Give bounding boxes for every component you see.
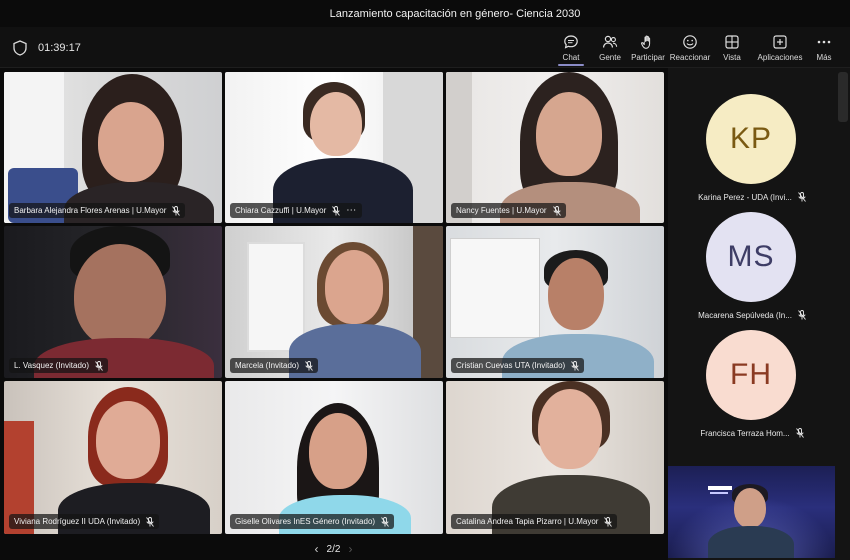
avatar-initials: KP: [729, 122, 773, 155]
video-grid: Barbara Alejandra Flores Arenas | U.Mayo…: [0, 68, 667, 538]
mic-muted-icon: [305, 360, 313, 371]
mic-muted-icon: [332, 205, 341, 216]
mic-muted-icon: [95, 360, 103, 371]
mic-muted-icon: [381, 516, 389, 527]
sidebar-participant[interactable]: MS Macarena Sepúlveda (In...: [668, 210, 836, 330]
participant-nametag: Barbara Alejandra Flores Arenas | U.Mayo…: [9, 203, 186, 218]
participant-nametag: Giselle Olivares InES Género (Invitado): [230, 514, 395, 529]
participant-name: L. Vasquez (Invitado): [14, 361, 90, 370]
view-label: Vista: [723, 53, 741, 62]
video-tile[interactable]: Viviana Rodríguez II UDA (Invitado): [4, 381, 222, 534]
participant-name: Francisca Terraza Hom...: [700, 428, 790, 438]
react-label: Reaccionar: [669, 53, 711, 62]
sidebar-scrollbar[interactable]: [838, 72, 848, 122]
participant-name: Marcela (Invitado): [235, 361, 300, 370]
meeting-title: Lanzamiento capacitación en género- Cien…: [329, 7, 581, 20]
meeting-timer: 01:39:17: [38, 42, 81, 54]
mic-muted-icon: [172, 205, 181, 216]
video-tile[interactable]: Nancy Fuentes | U.Mayor: [446, 72, 664, 223]
previous-page-icon[interactable]: ‹: [315, 542, 319, 556]
participant-video: [486, 381, 656, 534]
sidebar-participant[interactable]: KP Karina Perez - UDA (Invi...: [668, 92, 836, 212]
title-bar: Lanzamiento capacitación en género- Cien…: [0, 0, 850, 27]
participant-name: Catalina Andrea Tapia Pizarro | U.Mayor: [456, 517, 599, 526]
avatar: MS: [706, 212, 796, 302]
video-tile[interactable]: Barbara Alejandra Flores Arenas | U.Mayo…: [4, 72, 222, 223]
more-label: Más: [816, 53, 832, 62]
chat-button[interactable]: Chat: [554, 27, 588, 68]
view-button[interactable]: Vista: [712, 27, 752, 68]
participant-name: Viviana Rodríguez II UDA (Invitado): [14, 517, 141, 526]
participant-nametag: Marcela (Invitado): [230, 358, 319, 373]
participant-video: [265, 82, 425, 223]
participant-name: Chiara Cazzuffi | U.Mayor: [235, 206, 327, 215]
participant-name: Giselle Olivares InES Género (Invitado): [235, 517, 376, 526]
shield-icon: [13, 40, 27, 56]
participant-video: [486, 72, 656, 223]
participant-nametag: Nancy Fuentes | U.Mayor: [451, 203, 566, 218]
video-tile[interactable]: Cristian Cuevas UTA (Invitado): [446, 226, 664, 378]
meeting-toolbar: 01:39:17 Chat Gente Participar Reacciona…: [0, 27, 850, 68]
page-navigator: ‹ 2/2 ›: [0, 538, 667, 560]
video-tile[interactable]: Catalina Andrea Tapia Pizarro | U.Mayor: [446, 381, 664, 534]
mic-muted-icon: [552, 205, 561, 216]
sidebar-name-row: Macarena Sepúlveda (In...: [668, 310, 836, 320]
participant-nametag: Cristian Cuevas UTA (Invitado): [451, 358, 585, 373]
participant-name: Nancy Fuentes | U.Mayor: [456, 206, 547, 215]
grid-icon: [725, 35, 739, 49]
mic-muted-icon: [146, 516, 154, 527]
apps-label: Aplicaciones: [757, 53, 803, 62]
chat-label: Chat: [562, 53, 580, 62]
participant-nametag: Viviana Rodríguez II UDA (Invitado): [9, 514, 160, 529]
plus-icon: [773, 35, 787, 49]
more-options-icon[interactable]: ⋯: [346, 205, 357, 216]
video-tile[interactable]: Chiara Cazzuffi | U.Mayor ⋯: [225, 72, 443, 223]
mic-muted-icon: [604, 516, 613, 527]
sidebar-name-row: Francisca Terraza Hom...: [668, 428, 836, 438]
avatar: KP: [706, 94, 796, 184]
more-icon: [817, 40, 831, 44]
raise-hand-icon: [641, 35, 651, 49]
next-page-icon[interactable]: ›: [348, 542, 352, 556]
people-icon: [603, 35, 618, 48]
avatar: FH: [706, 330, 796, 420]
participant-video: [34, 226, 214, 378]
more-button[interactable]: Más: [804, 27, 844, 68]
door: [446, 72, 472, 223]
avatar-initials: MS: [727, 240, 775, 273]
self-view-video[interactable]: [668, 466, 835, 558]
people-label: Gente: [599, 53, 621, 62]
sidebar-name-row: Karina Perez - UDA (Invi...: [668, 192, 836, 202]
mic-muted-icon: [571, 360, 580, 371]
participant-name: Cristian Cuevas UTA (Invitado): [456, 361, 566, 370]
smiley-icon: [683, 35, 697, 49]
participant-name: Barbara Alejandra Flores Arenas | U.Mayo…: [14, 206, 167, 215]
participant-video: [708, 482, 828, 558]
mic-muted-icon: [795, 428, 804, 438]
participant-nametag: L. Vasquez (Invitado): [9, 358, 109, 373]
raise-hand-button[interactable]: Participar: [628, 27, 668, 68]
page-indicator: 2/2: [326, 543, 341, 555]
people-button[interactable]: Gente: [592, 27, 628, 68]
mic-muted-icon: [798, 310, 806, 320]
participant-nametag: Catalina Andrea Tapia Pizarro | U.Mayor: [451, 514, 618, 529]
participant-video: [54, 74, 222, 223]
toolbar-actions: Chat Gente Participar Reaccionar Vista A…: [554, 27, 844, 68]
participant-name: Macarena Sepúlveda (In...: [698, 310, 792, 320]
chat-icon: [564, 35, 578, 49]
avatar-initials: FH: [730, 358, 772, 391]
sidebar-participant[interactable]: FH Francisca Terraza Hom...: [668, 328, 836, 448]
participant-nametag: Chiara Cazzuffi | U.Mayor ⋯: [230, 203, 363, 218]
video-tile[interactable]: Marcela (Invitado): [225, 226, 443, 378]
raise-hand-label: Participar: [631, 53, 665, 62]
video-tile[interactable]: L. Vasquez (Invitado): [4, 226, 222, 378]
video-tile[interactable]: Giselle Olivares InES Género (Invitado): [225, 381, 443, 534]
apps-button[interactable]: Aplicaciones: [756, 27, 804, 68]
participant-name: Karina Perez - UDA (Invi...: [698, 192, 792, 202]
mic-muted-icon: [798, 192, 806, 202]
participant-video: [54, 387, 214, 534]
react-button[interactable]: Reaccionar: [668, 27, 712, 68]
